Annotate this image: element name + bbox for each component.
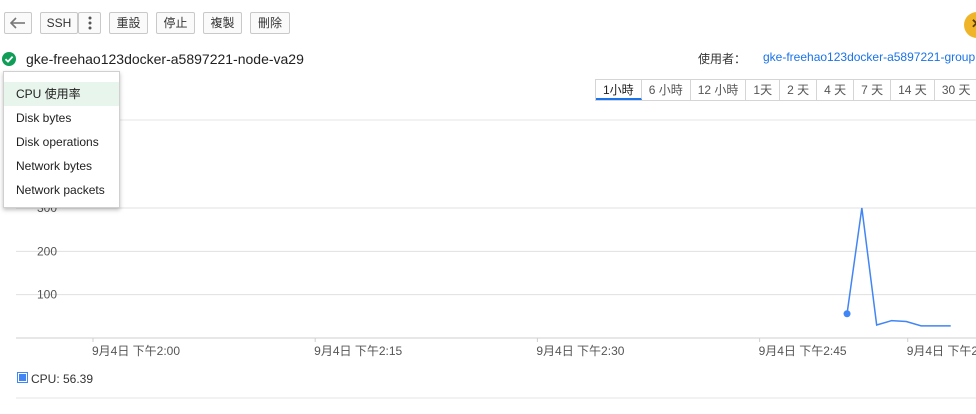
menu-item[interactable]: Disk bytes bbox=[4, 106, 119, 130]
menu-item[interactable]: CPU 使用率 bbox=[4, 82, 119, 106]
legend-swatch[interactable] bbox=[17, 372, 28, 383]
series-line-cpu bbox=[846, 207, 951, 327]
cpu-chart: 1002003009月4日 下午2:00 9月4日 下午2:15 9月4日 下午2:… bbox=[16, 119, 976, 399]
x-tick-label: 9月4日 下午2:00 bbox=[92, 344, 180, 358]
x-tick-label: 9月4日 下午2:55 bbox=[907, 344, 976, 358]
menu-item[interactable]: Network bytes bbox=[4, 154, 119, 178]
metric-dropdown-menu: CPU 使用率 Disk bytes Disk operations Network … bbox=[3, 71, 120, 208]
y-tick-label: 100 bbox=[37, 288, 57, 302]
menu-item[interactable]: Disk operations bbox=[4, 130, 119, 154]
x-tick-label: 9月4日 下午2:30 bbox=[536, 344, 624, 358]
legend-label: CPU: 56.39 bbox=[31, 372, 94, 386]
y-tick-label: 200 bbox=[37, 244, 57, 258]
menu-item[interactable]: Network packets bbox=[4, 178, 119, 202]
x-tick-label: 9月4日 下午2:45 bbox=[759, 344, 847, 358]
series-point-cpu bbox=[843, 310, 851, 318]
x-tick-label: 9月4日 下午2:15 bbox=[314, 344, 402, 358]
